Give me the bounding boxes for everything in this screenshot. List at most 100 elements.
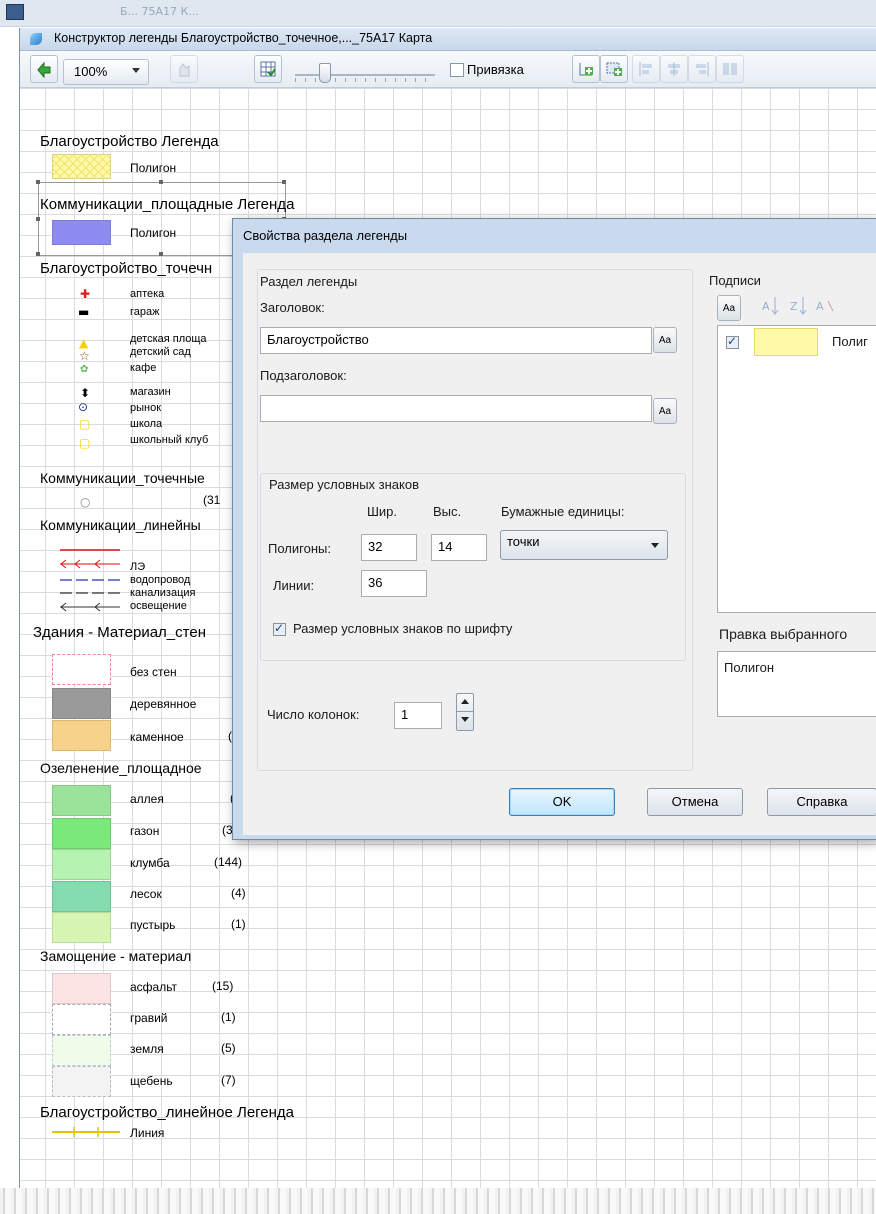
sort-desc-icon[interactable]: Z bbox=[789, 293, 809, 319]
section-title[interactable]: Коммуникации_площадные Легенда bbox=[40, 196, 294, 213]
legend-item-count: (7) bbox=[221, 1073, 236, 1087]
legend-swatch bbox=[52, 785, 111, 816]
ok-button[interactable]: OK bbox=[509, 788, 615, 816]
section-title[interactable]: Коммуникации_линейны bbox=[40, 517, 201, 533]
refresh-button[interactable] bbox=[30, 55, 58, 83]
legend-swatch bbox=[52, 720, 111, 751]
background-window-title: Б... 75A17 К... bbox=[120, 5, 199, 18]
section-title[interactable]: Коммуникации_точечные bbox=[40, 470, 205, 486]
svg-text:Z: Z bbox=[790, 300, 798, 313]
svg-text:A: A bbox=[816, 300, 824, 313]
caption-item-swatch bbox=[754, 328, 818, 356]
legend-swatch bbox=[52, 154, 111, 179]
align-left-icon bbox=[639, 62, 652, 76]
captions-font-button[interactable]: Aa bbox=[717, 295, 741, 321]
legend-swatch bbox=[52, 973, 111, 1004]
legend-item-count: (5) bbox=[221, 1041, 236, 1055]
polygons-label: Полигоны: bbox=[268, 541, 331, 556]
sort-custom-icon[interactable]: A bbox=[815, 293, 835, 319]
caption-item-label: Полиг bbox=[832, 334, 868, 349]
legend-item-label: аптека bbox=[130, 288, 165, 300]
legend-item-label: кафе bbox=[130, 362, 157, 374]
school-icon: ▢ bbox=[79, 417, 91, 431]
grid-icon bbox=[260, 61, 276, 77]
snap-checkbox[interactable] bbox=[450, 63, 464, 77]
align-left-button[interactable] bbox=[632, 55, 660, 83]
columns-input[interactable]: 1 bbox=[394, 702, 442, 729]
help-button[interactable]: Справка bbox=[767, 788, 876, 816]
units-select[interactable]: точки bbox=[500, 530, 668, 560]
lines-width-input[interactable]: 36 bbox=[361, 570, 427, 597]
edit-selected-box[interactable]: Полигон bbox=[717, 651, 876, 717]
section-title[interactable]: Озеленение_площадное bbox=[40, 760, 202, 776]
add-frame-button[interactable] bbox=[600, 55, 628, 83]
section-title[interactable]: Замощение - материал bbox=[40, 948, 191, 964]
polygons-height-input[interactable]: 14 bbox=[431, 534, 487, 561]
legend-item-label: земля bbox=[130, 1042, 164, 1056]
grid-toggle-button[interactable] bbox=[254, 55, 282, 83]
subheading-font-button[interactable]: Aa bbox=[653, 398, 677, 424]
legend-swatch bbox=[52, 1066, 111, 1097]
app-icon bbox=[6, 4, 24, 20]
columns-spinner[interactable] bbox=[456, 693, 474, 731]
club-icon: ▢ bbox=[79, 436, 91, 450]
zoom-select[interactable]: 100% bbox=[63, 59, 149, 85]
legend-swatch bbox=[52, 849, 111, 880]
legend-item-label: детская площа bbox=[130, 333, 207, 345]
background-desktop bbox=[0, 1188, 876, 1214]
polygons-width-input[interactable]: 32 bbox=[361, 534, 417, 561]
cancel-button[interactable]: Отмена bbox=[647, 788, 743, 816]
legend-item-label: школьный клуб bbox=[130, 434, 209, 446]
star-icon: ☆ bbox=[79, 349, 90, 363]
heading-font-button[interactable]: Aa bbox=[653, 327, 677, 353]
legend-item-label: рынок bbox=[130, 402, 162, 414]
dialog-body: Раздел легенды Заголовок: Благоустройств… bbox=[243, 253, 876, 835]
legend-swatch bbox=[52, 1035, 111, 1066]
background-window-strip: Б... 75A17 К... bbox=[0, 0, 876, 27]
svg-text:A: A bbox=[762, 300, 770, 313]
legend-item-label: Линия bbox=[130, 1126, 165, 1140]
heading-input[interactable]: Благоустройство bbox=[260, 327, 652, 354]
pan-button[interactable] bbox=[170, 55, 198, 83]
legend-item-label: ЛЭ bbox=[130, 561, 146, 573]
captions-label: Подписи bbox=[709, 273, 761, 288]
legend-item-count: (1) bbox=[221, 1010, 236, 1024]
caption-item-checkbox[interactable] bbox=[726, 334, 739, 349]
distribute-button[interactable] bbox=[716, 55, 744, 83]
legend-section-properties-dialog: Свойства раздела легенды Раздел легенды … bbox=[232, 218, 876, 840]
legend-item-label: освещение bbox=[130, 600, 187, 612]
captions-list[interactable]: Полиг bbox=[717, 325, 876, 613]
legend-item-label: щебень bbox=[130, 1074, 173, 1088]
legend-item-count: (1) bbox=[231, 917, 246, 931]
align-right-button[interactable] bbox=[688, 55, 716, 83]
add-item-button[interactable] bbox=[572, 55, 600, 83]
subheading-label: Подзаголовок: bbox=[260, 368, 347, 383]
spin-up-icon[interactable] bbox=[461, 699, 469, 704]
section-title[interactable]: Благоустройство Легенда bbox=[40, 133, 219, 150]
legend-swatch bbox=[52, 654, 111, 685]
legend-item-label: школа bbox=[130, 418, 163, 430]
legend-swatch bbox=[52, 220, 111, 245]
section-title[interactable]: Благоустройство_точечн bbox=[40, 260, 212, 277]
sort-asc-icon[interactable]: A bbox=[761, 293, 781, 319]
legend-item-label: магазин bbox=[130, 386, 171, 398]
align-center-button[interactable] bbox=[660, 55, 688, 83]
chevron-down-icon bbox=[651, 543, 659, 548]
legend-item-label: без стен bbox=[130, 665, 177, 679]
subheading-input[interactable] bbox=[260, 395, 652, 422]
legend-swatch bbox=[52, 688, 111, 719]
section-title[interactable]: Благоустройство_линейное Легенда bbox=[40, 1104, 294, 1121]
shop-icon: ⬍ bbox=[80, 386, 91, 400]
spin-down-icon[interactable] bbox=[461, 717, 469, 722]
legend-item-label: гравий bbox=[130, 1011, 168, 1025]
section-title[interactable]: Здания - Материал_стен bbox=[33, 624, 206, 641]
distribute-icon bbox=[723, 63, 737, 75]
edit-selected-label: Правка выбранного bbox=[719, 626, 848, 642]
zoom-slider[interactable] bbox=[295, 62, 435, 84]
slider-thumb[interactable] bbox=[319, 63, 331, 83]
legend-item-count: (4) bbox=[231, 886, 246, 900]
font-size-checkbox[interactable] bbox=[273, 621, 286, 636]
legend-item-label: Полигон bbox=[130, 161, 177, 175]
window-title: Конструктор легенды Благоустройство_точе… bbox=[54, 31, 433, 45]
legend-item-label: детский сад bbox=[130, 346, 191, 358]
